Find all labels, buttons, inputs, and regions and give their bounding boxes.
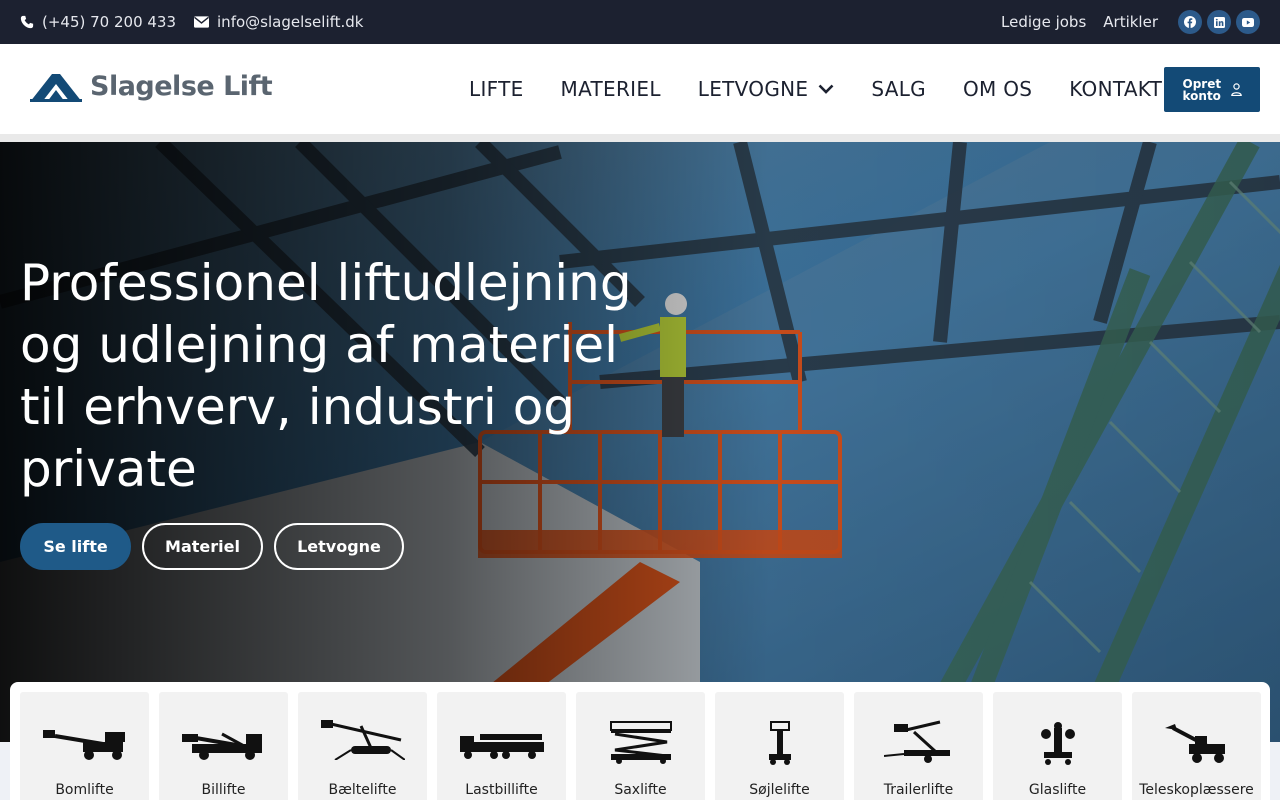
category-label: Søjlelifte xyxy=(749,782,810,798)
nav-letvogne-label: LETVOGNE xyxy=(697,77,809,101)
contact-info: (+45) 70 200 433 info@slagelselift.dk xyxy=(20,0,364,44)
logo-wordmark: Slagelse Lift xyxy=(90,70,273,102)
telehandler-icon xyxy=(1164,724,1225,763)
main-nav: LIFTE MATERIEL LETVOGNE SALG OM OS KONTA… xyxy=(469,44,1162,134)
category-panel: Bomlifte Billifte Bæltelifte Lastbillift… xyxy=(10,682,1270,800)
logo-mark-icon xyxy=(30,74,82,102)
letvogne-button[interactable]: Letvogne xyxy=(274,523,404,570)
category-baeltelifte[interactable]: Bæltelifte xyxy=(298,692,427,800)
category-teleskoplaessere[interactable]: Teleskoplæssere xyxy=(1132,692,1261,800)
category-lastbillifte[interactable]: Lastbillifte xyxy=(437,692,566,800)
facebook-button[interactable] xyxy=(1178,10,1202,34)
tracked-lift-icon xyxy=(320,720,405,760)
topbar-right: Ledige jobs Artikler xyxy=(1001,0,1260,44)
hero-buttons: Se lifte Materiel Letvogne xyxy=(20,523,404,570)
van-lift-icon xyxy=(181,732,262,760)
hero-section: Professionel liftudlejning og udlejning … xyxy=(0,142,1280,742)
trailer-lift-icon xyxy=(883,720,950,763)
category-label: Glaslifte xyxy=(1028,782,1087,798)
phone-icon xyxy=(20,15,34,29)
nav-salg[interactable]: SALG xyxy=(871,77,926,101)
linkedin-button[interactable] xyxy=(1207,10,1231,34)
nav-materiel[interactable]: MATERIEL xyxy=(561,77,661,101)
category-trailerlifte[interactable]: Trailerlifte xyxy=(854,692,983,800)
category-bomlifte[interactable]: Bomlifte xyxy=(20,692,149,800)
nav-kontakt[interactable]: KONTAKT xyxy=(1069,77,1162,101)
linkedin-icon xyxy=(1213,16,1225,28)
mast-lift-icon xyxy=(768,721,791,765)
nav-materiel-label: MATERIEL xyxy=(560,77,661,101)
user-icon xyxy=(1230,83,1242,96)
nav-lifte-label: LIFTE xyxy=(469,77,524,101)
email-link[interactable]: info@slagelselift.dk xyxy=(194,13,364,31)
scissor-lift-icon xyxy=(609,721,672,764)
envelope-icon xyxy=(194,16,210,28)
hero-title: Professionel liftudlejning og udlejning … xyxy=(20,254,632,498)
facebook-icon xyxy=(1184,16,1196,28)
category-billifte[interactable]: Billifte xyxy=(159,692,288,800)
category-label: Saxlifte xyxy=(614,782,667,798)
materiel-button[interactable]: Materiel xyxy=(142,523,263,570)
chevron-down-icon xyxy=(818,84,834,94)
category-label: Billifte xyxy=(201,782,246,798)
nav-salg-label: SALG xyxy=(871,77,926,101)
youtube-icon xyxy=(1242,17,1254,27)
category-label: Lastbillifte xyxy=(465,782,538,798)
main-header: Slagelse Lift LIFTE MATERIEL LETVOGNE SA… xyxy=(0,44,1280,134)
top-bar: (+45) 70 200 433 info@slagelselift.dk Le… xyxy=(0,0,1280,44)
phone-link[interactable]: (+45) 70 200 433 xyxy=(20,13,176,31)
category-label: Bomlifte xyxy=(55,782,114,798)
category-label: Bæltelifte xyxy=(328,782,397,798)
link-ledige-jobs[interactable]: Ledige jobs xyxy=(1001,13,1086,31)
youtube-button[interactable] xyxy=(1236,10,1260,34)
link-artikler[interactable]: Artikler xyxy=(1103,13,1158,31)
category-sojlelifte[interactable]: Søjlelifte xyxy=(715,692,844,800)
phone-number: (+45) 70 200 433 xyxy=(42,13,177,31)
nav-om-os[interactable]: OM OS xyxy=(963,77,1032,101)
category-glaslifte[interactable]: Glaslifte xyxy=(993,692,1122,800)
category-saxlifte[interactable]: Saxlifte xyxy=(576,692,705,800)
category-label: Trailerlifte xyxy=(883,782,954,798)
nav-lifte[interactable]: LIFTE xyxy=(469,77,524,101)
truck-lift-icon xyxy=(459,734,544,759)
create-account-button[interactable]: Opret konto xyxy=(1164,67,1260,112)
social-links xyxy=(1178,10,1260,34)
nav-om-os-label: OM OS xyxy=(962,77,1033,101)
header-divider xyxy=(0,134,1280,142)
site-logo[interactable]: Slagelse Lift xyxy=(30,70,273,102)
glass-lift-icon xyxy=(1040,722,1075,765)
create-account-label: Opret konto xyxy=(1182,76,1222,103)
nav-letvogne[interactable]: LETVOGNE xyxy=(698,77,835,101)
se-lifte-button[interactable]: Se lifte xyxy=(20,523,131,570)
category-label: Teleskoplæssere xyxy=(1139,782,1254,798)
boom-lift-icon xyxy=(42,730,125,760)
nav-kontakt-label: KONTAKT xyxy=(1069,77,1163,101)
email-address: info@slagelselift.dk xyxy=(217,13,364,31)
